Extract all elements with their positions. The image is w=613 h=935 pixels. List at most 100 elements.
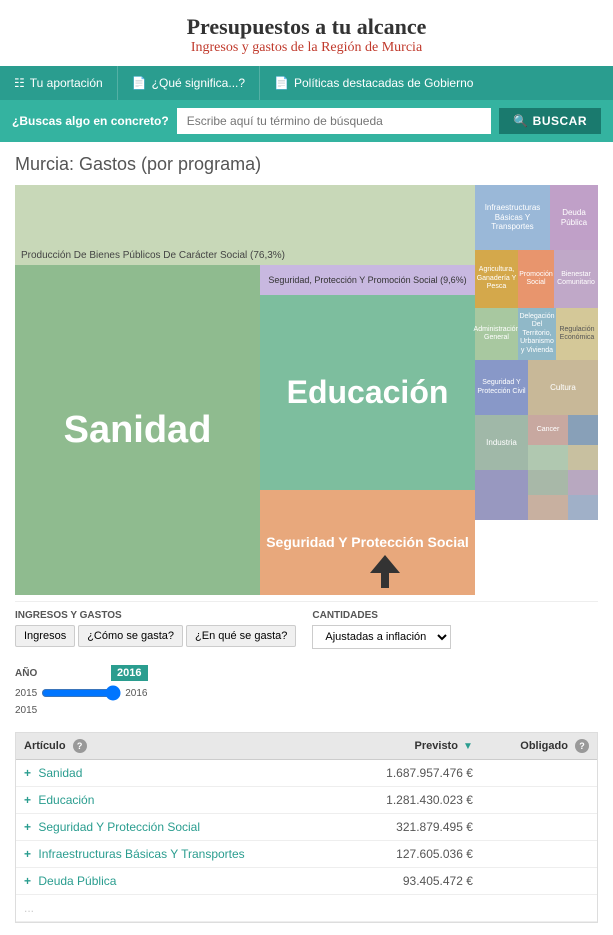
- treemap-cultura[interactable]: Cultura: [528, 360, 598, 415]
- td-more: ...: [16, 895, 597, 922]
- table-row: + Deuda Pública 93.405.472 €: [16, 868, 597, 895]
- td-obligado-4: [481, 868, 597, 895]
- treemap-promocion[interactable]: Promoción Social: [518, 250, 554, 308]
- treemap-small-r6c[interactable]: [568, 470, 598, 495]
- treemap-small-r6b[interactable]: [528, 470, 568, 495]
- page-subtitle: Ingresos y gastos de la Región de Murcia: [10, 40, 603, 56]
- nav-item-aportacion[interactable]: ☷ Tu aportación: [0, 66, 118, 100]
- btn-en-que-gasta[interactable]: ¿En qué se gasta?: [186, 625, 296, 647]
- treemap-small-r6a[interactable]: [475, 470, 528, 520]
- td-previsto-3: 127.605.036 €: [340, 841, 481, 868]
- td-obligado-0: [481, 760, 597, 787]
- arrow-up-container: [370, 555, 400, 590]
- row-expand-icon-3[interactable]: +: [24, 847, 31, 861]
- row-expand-icon-1[interactable]: +: [24, 793, 31, 807]
- cultura-label: Cultura: [549, 382, 577, 394]
- treemap-seguridad[interactable]: Seguridad Y Protección Social: [260, 490, 475, 595]
- td-articulo-2: + Seguridad Y Protección Social: [16, 814, 340, 841]
- cantidades-select[interactable]: Ajustadas a inflación: [312, 625, 451, 649]
- year-slider-row: 2015 2016: [15, 685, 148, 701]
- table-row-more: ...: [16, 895, 597, 922]
- ingresos-label: INGRESOS Y GASTOS: [15, 610, 296, 621]
- data-table: Artículo ? Previsto ▼ Obligado ?: [16, 733, 597, 922]
- bienestar-label: Bienestar Comunitario: [554, 270, 598, 289]
- nav-item-significa[interactable]: 📄 ¿Qué significa...?: [118, 66, 260, 100]
- table-container: Artículo ? Previsto ▼ Obligado ?: [15, 732, 598, 923]
- treemap-sanidad[interactable]: Sanidad: [15, 265, 260, 595]
- treemap-educacion[interactable]: Educación: [260, 295, 475, 490]
- year-max-label: 2016: [125, 688, 147, 699]
- year-min-label: 2015: [15, 688, 37, 699]
- td-articulo-0: + Sanidad: [16, 760, 340, 787]
- th-articulo: Artículo ?: [16, 733, 340, 760]
- treemap-admin[interactable]: Administración General: [475, 308, 518, 360]
- search-button-label: BUSCAR: [533, 114, 587, 128]
- treemap-regulacion[interactable]: Regulación Económica: [556, 308, 598, 360]
- small-r6a-label: [501, 494, 503, 496]
- seg-civil-label: Seguridad Y Protección Civil: [475, 378, 528, 397]
- td-obligado-2: [481, 814, 597, 841]
- seguridad-bar-label: Seguridad, Protección Y Promoción Social…: [268, 275, 466, 286]
- btn-ingresos[interactable]: Ingresos: [15, 625, 75, 647]
- row-expand-icon-0[interactable]: +: [24, 766, 31, 780]
- nav-item-politicas[interactable]: 📄 Políticas destacadas de Gobierno: [260, 66, 487, 100]
- production-bar: Producción De Bienes Públicos De Carácte…: [15, 185, 475, 265]
- row-expand-icon-2[interactable]: +: [24, 820, 31, 834]
- th-articulo-label: Artículo: [24, 740, 66, 752]
- infra-label: Infraestructuras Básicas Y Transportes: [475, 201, 550, 234]
- nav-icon-significa: 📄: [132, 76, 147, 90]
- td-obligado-3: [481, 841, 597, 868]
- th-previsto-arrow[interactable]: ▼: [463, 741, 473, 752]
- td-articulo-4: + Deuda Pública: [16, 868, 340, 895]
- seguridad-block-label: Seguridad Y Protección Social: [266, 533, 469, 551]
- th-obligado: Obligado ?: [481, 733, 597, 760]
- nav-icon-aportacion: ☷: [14, 76, 25, 90]
- treemap-delegacion[interactable]: Delegación Del Territorio, Urbanismo y V…: [518, 308, 556, 360]
- th-obligado-icon[interactable]: ?: [575, 739, 589, 753]
- td-previsto-4: 93.405.472 €: [340, 868, 481, 895]
- row-link-2[interactable]: Seguridad Y Protección Social: [38, 820, 200, 834]
- td-obligado-1: [481, 787, 597, 814]
- nav-label-aportacion: Tu aportación: [30, 76, 103, 90]
- td-previsto-2: 321.879.495 €: [340, 814, 481, 841]
- td-articulo-1: + Educación: [16, 787, 340, 814]
- treemap-deuda-top[interactable]: Deuda Pública: [550, 185, 598, 250]
- treemap-cancer[interactable]: Cancer: [528, 415, 568, 445]
- btn-como-gasta[interactable]: ¿Cómo se gasta?: [78, 625, 183, 647]
- th-previsto: Previsto ▼: [340, 733, 481, 760]
- row-link-1[interactable]: Educación: [38, 793, 94, 807]
- header: Presupuestos a tu alcance Ingresos y gas…: [0, 0, 613, 66]
- nav-label-politicas: Políticas destacadas de Gobierno: [294, 76, 473, 90]
- th-previsto-label: Previsto: [415, 740, 458, 752]
- table-row: + Educación 1.281.430.023 €: [16, 787, 597, 814]
- year-slider[interactable]: [41, 685, 121, 701]
- search-button[interactable]: 🔍 BUSCAR: [499, 108, 601, 134]
- treemap-infra-top[interactable]: Infraestructuras Básicas Y Transportes: [475, 185, 550, 250]
- controls-section: INGRESOS Y GASTOS Ingresos ¿Cómo se gast…: [15, 601, 598, 724]
- treemap-small-r7a[interactable]: [528, 495, 568, 520]
- arrow-up-icon: [370, 555, 400, 590]
- cantidades-group: CANTIDADES Ajustadas a inflación: [312, 610, 451, 649]
- td-previsto-1: 1.281.430.023 €: [340, 787, 481, 814]
- row-link-3[interactable]: Infraestructuras Básicas Y Transportes: [38, 847, 244, 861]
- treemap-seg-civil[interactable]: Seguridad Y Protección Civil: [475, 360, 528, 415]
- page-title: Murcia: Gastos (por programa): [15, 154, 598, 175]
- treemap-small-bottom2[interactable]: [528, 445, 568, 470]
- cancer-label: Cancer: [537, 426, 560, 434]
- search-input[interactable]: [177, 108, 492, 134]
- table-row: + Sanidad 1.687.957.476 €: [16, 760, 597, 787]
- row-expand-icon-4[interactable]: +: [24, 874, 31, 888]
- treemap-small-r7b[interactable]: [568, 495, 598, 520]
- treemap-bienestar[interactable]: Bienestar Comunitario: [554, 250, 598, 308]
- treemap-industria[interactable]: Industria: [475, 415, 528, 470]
- row-link-0[interactable]: Sanidad: [38, 766, 82, 780]
- treemap-agricultura[interactable]: Agricultura, Ganadería Y Pesca: [475, 250, 518, 308]
- treemap-small-bottom3[interactable]: [568, 445, 598, 470]
- treemap-small-bottom1[interactable]: [568, 415, 598, 445]
- treemap-container: Producción De Bienes Públicos De Carácte…: [15, 185, 598, 595]
- th-articulo-sort-icon[interactable]: ?: [73, 739, 87, 753]
- delegacion-label: Delegación Del Territorio, Urbanismo y V…: [518, 312, 556, 356]
- nav-bar: ☷ Tu aportación 📄 ¿Qué significa...? 📄 P…: [0, 66, 613, 100]
- seguridad-bar: Seguridad, Protección Y Promoción Social…: [260, 265, 475, 295]
- row-link-4[interactable]: Deuda Pública: [38, 874, 116, 888]
